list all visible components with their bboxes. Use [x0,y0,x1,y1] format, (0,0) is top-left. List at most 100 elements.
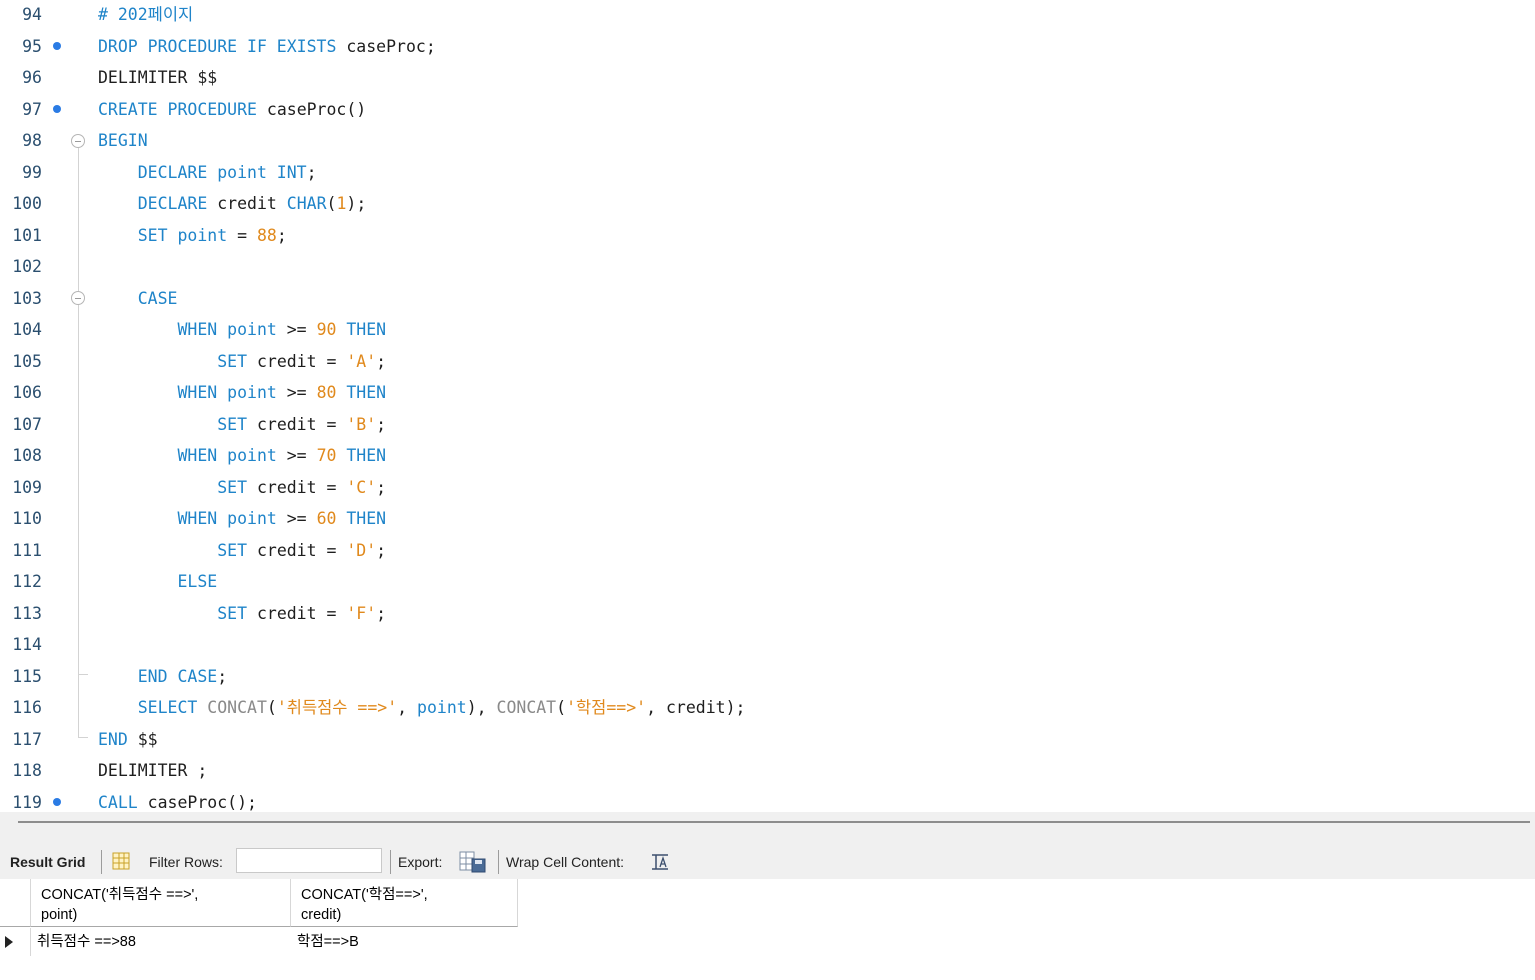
code-token: credit = [247,351,347,371]
code-line[interactable]: 115 END CASE; [0,661,1535,692]
code-token: caseProc() [256,99,367,119]
line-number: 99 [22,162,42,182]
code-token: , credit); [646,698,746,717]
code-line[interactable]: 106 WHEN point >= 80 THEN [0,377,1535,408]
code-line[interactable]: 118 DELIMITER ; [0,755,1535,786]
code-line[interactable]: 114 [0,629,1535,660]
code-line[interactable]: 117 END $$ [0,724,1535,755]
fold-toggle-icon[interactable] [71,133,85,148]
code-token: WHEN point [98,383,277,402]
code-token: END [98,729,128,749]
code-line[interactable]: 96 DELIMITER $$ [0,62,1535,93]
fold-toggle-icon[interactable] [71,291,85,305]
code-token: WHEN point [98,509,277,528]
sql-editor[interactable]: 94 # 202페이지 95 DROP PROCEDURE IF EXISTS cas… [0,0,1535,812]
statement-marker-icon [53,797,61,806]
panel-splitter[interactable] [0,812,1535,845]
column-header[interactable]: CONCAT('취득점수 ==>', point) [31,879,291,927]
code-text: # 202페이지 [98,0,193,30]
code-line[interactable]: 99 DECLARE point INT; [0,157,1535,188]
code-line[interactable]: 109 SET credit = 'C'; [0,472,1535,503]
code-token: ); [346,194,367,213]
code-token: DECLARE point INT [98,162,307,182]
code-token: 1 [336,194,347,213]
code-text: DECLARE credit CHAR(1); [98,188,367,219]
code-token: ; [376,477,387,497]
code-token: 90 [316,320,337,339]
code-token: THEN [336,509,387,528]
code-token: credit = [247,603,347,623]
code-line[interactable]: 108 WHEN point >= 70 THEN [0,440,1535,471]
code-token: 'D' [346,540,377,560]
code-line[interactable]: 105 SET credit = 'A'; [0,346,1535,377]
wrap-cell-icon[interactable] [650,853,670,874]
column-header[interactable]: CONCAT('학점==>', credit) [291,879,518,927]
grid-cell[interactable]: 취득점수 ==>88 [37,928,136,956]
code-line[interactable]: 113 SET credit = 'F'; [0,598,1535,629]
code-token: SET [98,540,248,560]
code-token: credit = [247,414,347,434]
code-token: CREATE PROCEDURE [98,99,257,119]
line-number: 107 [12,414,42,434]
code-token: THEN [336,320,387,339]
column-header-text: CONCAT('학점==>', [301,887,428,903]
code-text: SET credit = 'D'; [98,535,386,566]
code-token: ; [376,603,387,623]
statement-marker-icon [53,41,61,50]
export-label: Export: [398,854,443,870]
code-token: WHEN point [98,320,277,339]
code-token: THEN [336,383,387,402]
code-line[interactable]: 111 SET credit = 'D'; [0,535,1535,566]
code-token: SET [98,603,248,623]
code-line[interactable]: 104 WHEN point >= 90 THEN [0,314,1535,345]
toolbar-separator [498,850,499,874]
code-line[interactable]: 103 CASE [0,283,1535,314]
code-text: CREATE PROCEDURE caseProc() [98,94,366,125]
code-line[interactable]: 100 DECLARE credit CHAR(1); [0,188,1535,219]
code-token: CONCAT [496,698,557,717]
code-line[interactable]: 94 # 202페이지 [0,0,1535,30]
fold-end-marker [78,668,88,675]
code-text: CASE [98,283,178,314]
code-token: >= [276,320,317,339]
grid-view-icon[interactable] [111,851,131,874]
code-text: ELSE [98,566,217,597]
code-token: CALL [98,792,138,812]
splitter-bar[interactable] [18,821,1530,823]
code-token: 'A' [346,351,377,371]
code-line[interactable]: 107 SET credit = 'B'; [0,409,1535,440]
code-line[interactable]: 101 SET point = 88; [0,220,1535,251]
filter-rows-label: Filter Rows: [149,854,223,870]
line-number: 100 [12,194,42,213]
code-text: WHEN point >= 80 THEN [98,377,386,408]
row-header-corner [0,879,31,927]
code-token: caseProc(); [137,792,257,812]
code-line[interactable]: 116 SELECT CONCAT('취득점수 ==>', point), CO… [0,692,1535,723]
code-token: ( [326,194,337,213]
code-token: ), [466,698,497,717]
line-number: 117 [12,729,42,749]
code-line[interactable]: 97 CREATE PROCEDURE caseProc() [0,94,1535,125]
code-line[interactable]: 112 ELSE [0,566,1535,597]
code-line[interactable]: 110 WHEN point >= 60 THEN [0,503,1535,534]
code-text: SET credit = 'C'; [98,472,386,503]
code-token: 60 [316,509,337,528]
code-text: DELIMITER ; [98,755,207,786]
toolbar-separator [390,850,391,874]
code-token: # 202페이지 [98,5,194,24]
code-line[interactable]: 98 BEGIN [0,125,1535,156]
row-indicator [0,928,31,956]
grid-cell[interactable]: 학점==>B [297,928,359,956]
export-icon[interactable] [458,850,488,877]
code-text: WHEN point >= 70 THEN [98,440,386,471]
result-grid: CONCAT('취득점수 ==>', point) CONCAT('학점==>',… [0,879,518,959]
code-token: '취득점수 ==>' [276,698,398,717]
code-line[interactable]: 102 [0,251,1535,282]
result-grid-tab[interactable]: Result Grid [10,854,85,870]
code-text: SET credit = 'B'; [98,409,386,440]
code-text: DECLARE point INT; [98,157,317,188]
code-text: SET credit = 'A'; [98,346,386,377]
filter-rows-input[interactable] [236,848,382,873]
code-text: SET credit = 'F'; [98,598,386,629]
code-line[interactable]: 95 DROP PROCEDURE IF EXISTS caseProc; [0,31,1535,62]
